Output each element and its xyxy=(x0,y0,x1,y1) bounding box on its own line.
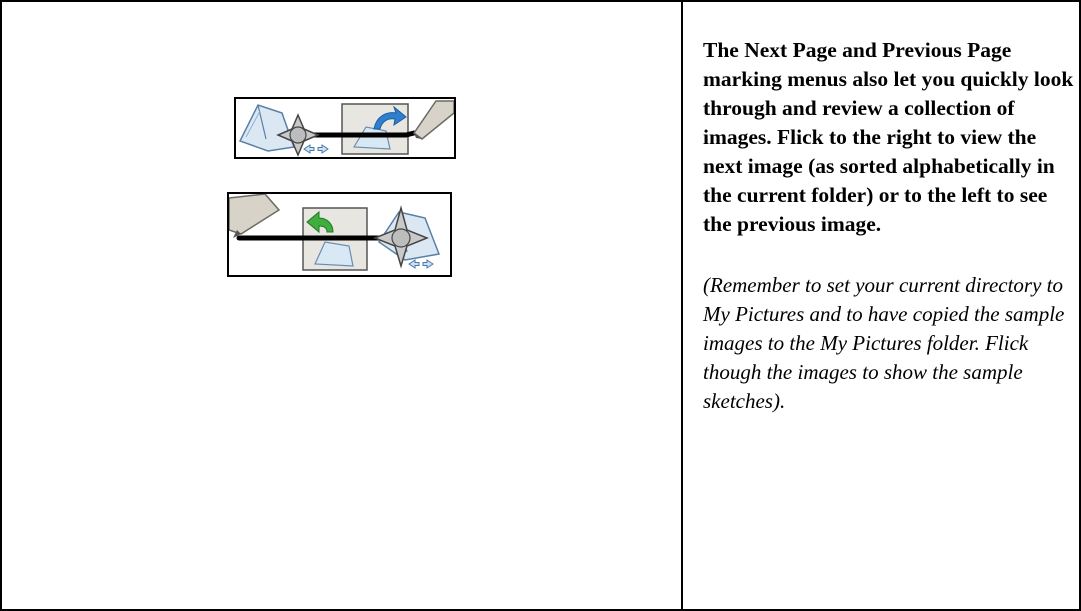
next-page-marking-menu-image xyxy=(234,97,456,159)
text-cell: The Next Page and Previous Page marking … xyxy=(703,36,1075,416)
pen-icon xyxy=(229,194,281,238)
left-right-arrows-icon xyxy=(303,144,329,154)
note-text: (Remember to set your current directory … xyxy=(703,273,1065,413)
previous-page-marking-menu-image xyxy=(227,192,452,277)
book-icon xyxy=(238,104,296,152)
description-text: The Next Page and Previous Page marking … xyxy=(703,38,1074,236)
illustration-cell xyxy=(2,2,681,609)
left-right-arrows-icon xyxy=(408,259,434,269)
next-page-marking-menu-graphic xyxy=(238,100,454,157)
column-divider xyxy=(681,0,683,611)
previous-page-marking-menu-graphic xyxy=(229,194,441,271)
pen-icon xyxy=(412,100,454,140)
